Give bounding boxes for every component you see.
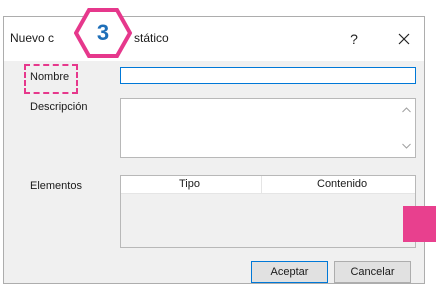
scroll-down-icon[interactable]: [402, 143, 411, 149]
description-textarea[interactable]: [120, 98, 416, 158]
annotation-tab: [403, 206, 436, 242]
column-header-content[interactable]: Contenido: [317, 178, 367, 190]
close-icon: [398, 33, 410, 45]
dialog-title-right: stático: [134, 31, 169, 45]
step-marker-number: 3: [96, 20, 110, 45]
close-button[interactable]: [390, 26, 418, 52]
help-button[interactable]: ?: [340, 26, 368, 52]
title-bar: Nuevo c stático ?: [4, 17, 424, 61]
scroll-up-icon[interactable]: [402, 107, 411, 113]
new-static-dialog: Nuevo c stático ? Nombre Descripción Ele…: [3, 16, 425, 284]
name-input[interactable]: [120, 67, 416, 84]
dialog-title-left: Nuevo c: [10, 31, 55, 45]
elements-list[interactable]: Tipo Contenido: [120, 175, 416, 248]
description-label: Descripción: [30, 101, 88, 113]
name-label-highlight: [24, 64, 78, 94]
description-scrollbar[interactable]: [398, 99, 415, 157]
column-divider[interactable]: [261, 176, 262, 193]
cancel-button[interactable]: Cancelar: [334, 261, 411, 283]
column-header-type[interactable]: Tipo: [179, 178, 200, 190]
elements-list-header: Tipo Contenido: [121, 176, 415, 194]
elements-label: Elementos: [30, 180, 82, 192]
accept-button[interactable]: Aceptar: [251, 261, 328, 283]
